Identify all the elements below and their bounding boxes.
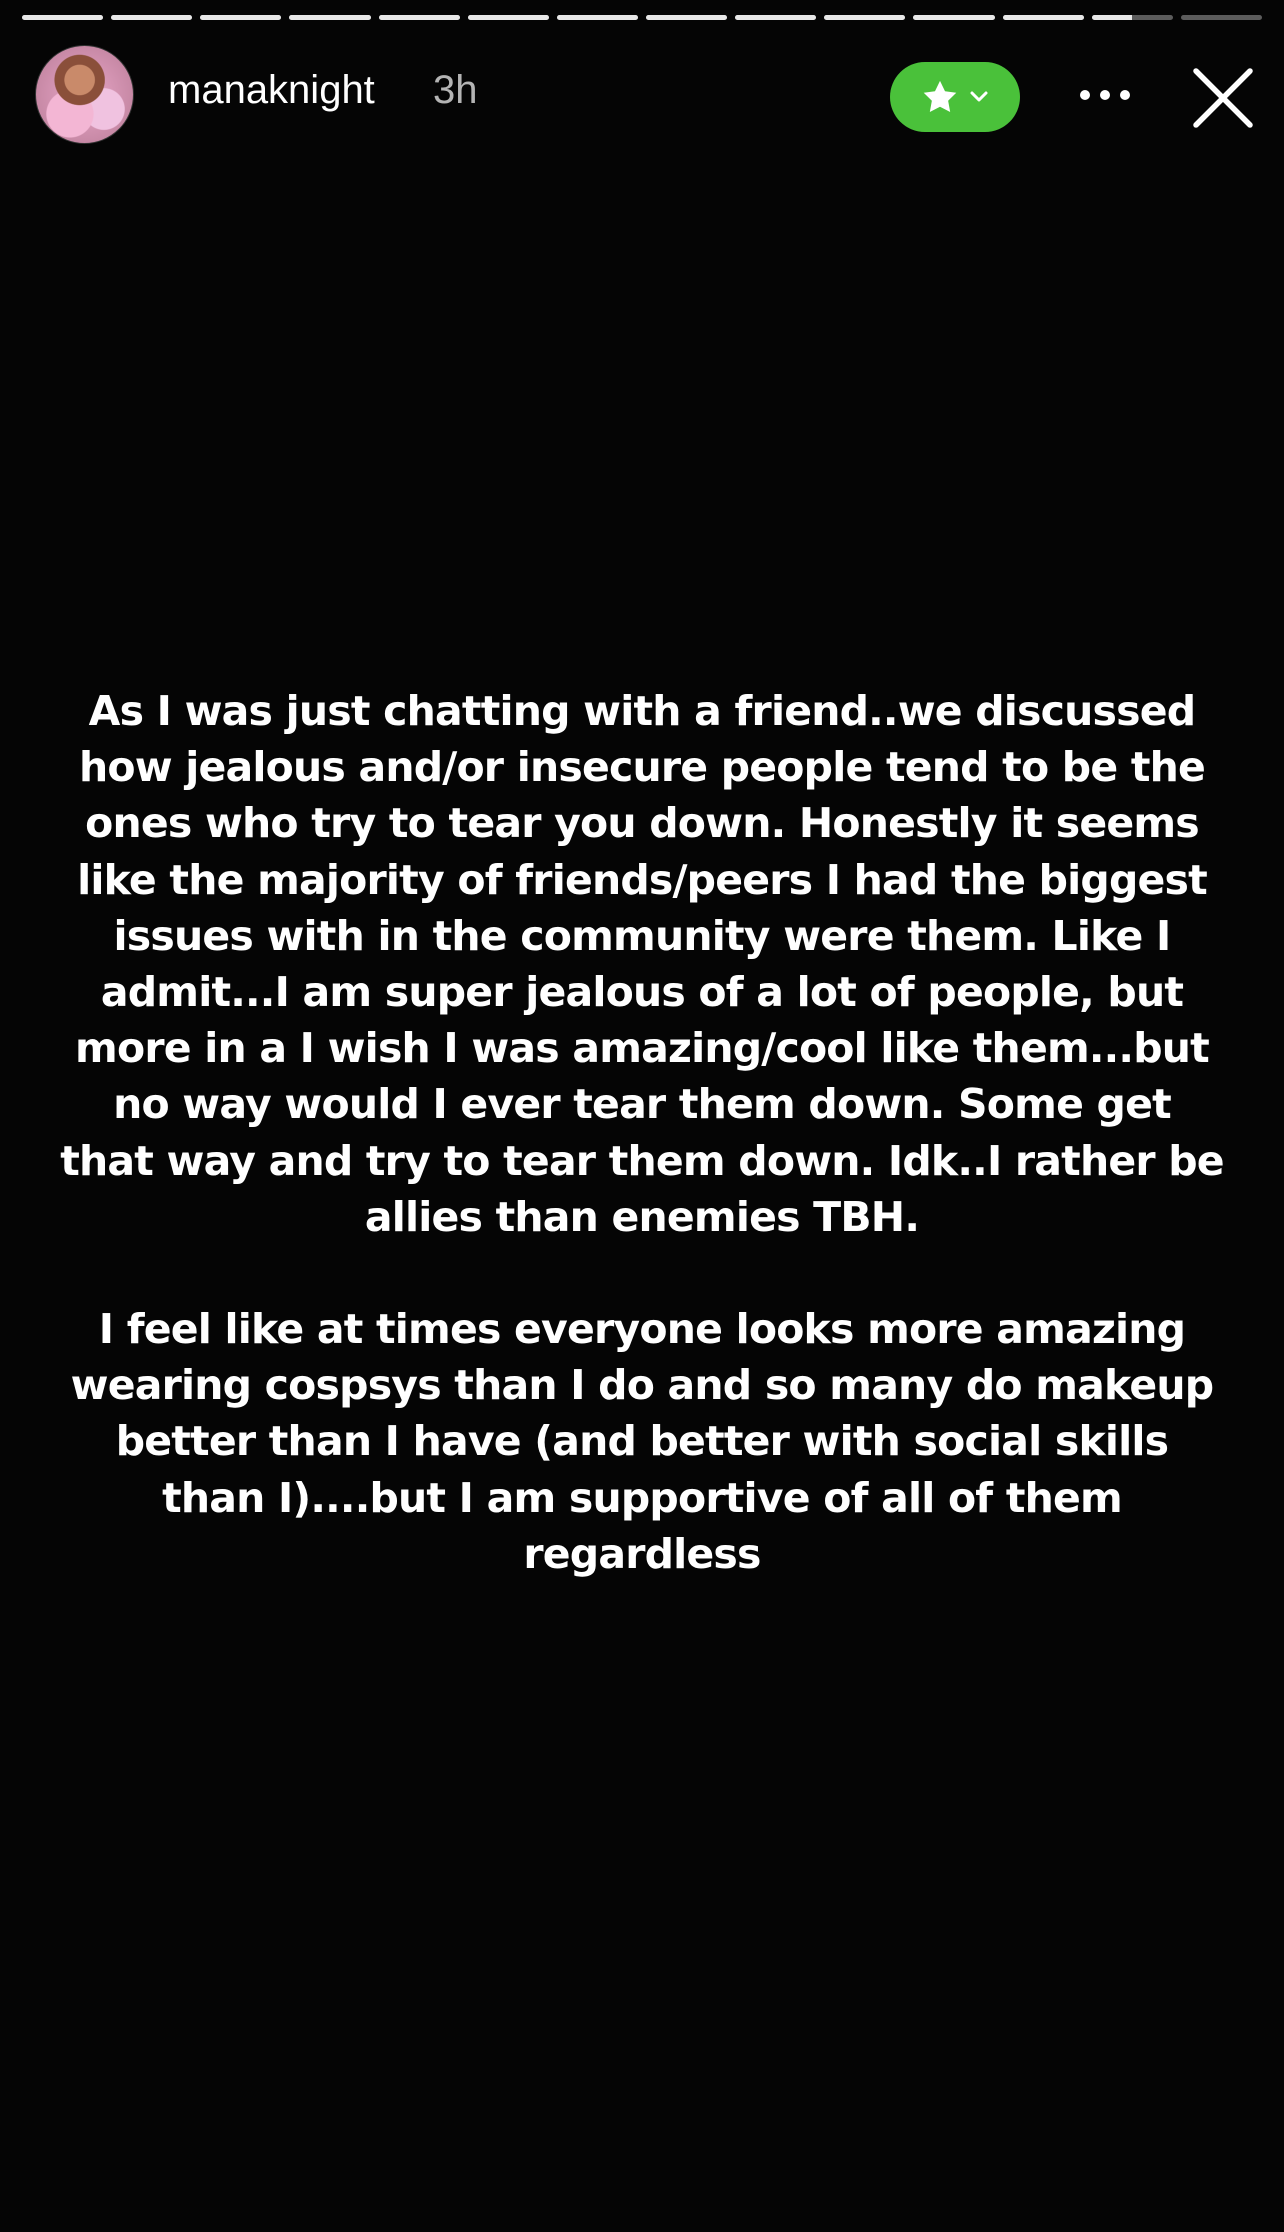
close-icon xyxy=(1190,68,1256,135)
progress-segment xyxy=(913,15,995,20)
progress-segment xyxy=(22,15,104,20)
progress-segment xyxy=(378,15,460,20)
username[interactable]: manaknight xyxy=(168,70,375,110)
progress-segment xyxy=(824,15,906,20)
progress-segment xyxy=(111,15,193,20)
progress-segment-fill xyxy=(289,15,371,20)
star-icon xyxy=(921,79,959,115)
story-text: As I was just chatting with a friend..we… xyxy=(60,683,1224,1582)
progress-segment xyxy=(556,15,638,20)
story-timestamp: 3h xyxy=(433,68,478,112)
progress-segment-fill xyxy=(913,15,995,20)
progress-segment-fill xyxy=(556,15,638,20)
story-text-paragraph: As I was just chatting with a friend..we… xyxy=(60,687,1224,1241)
more-horizontal-icon xyxy=(1079,86,1131,105)
progress-segment-fill xyxy=(645,15,728,20)
progress-segment-fill xyxy=(378,15,460,20)
story-progress-bar xyxy=(22,15,1262,21)
progress-segment xyxy=(1002,15,1084,20)
progress-segment-fill xyxy=(111,15,193,20)
progress-segment-fill xyxy=(22,15,104,20)
progress-segment-fill xyxy=(1091,15,1133,20)
story-text-paragraph: I feel like at times everyone looks more… xyxy=(70,1305,1215,1578)
progress-segment xyxy=(200,15,282,20)
progress-segment-fill xyxy=(1002,15,1084,20)
progress-segment-fill xyxy=(735,15,817,20)
progress-segment xyxy=(735,15,817,20)
progress-segment xyxy=(289,15,371,20)
progress-segment xyxy=(645,15,728,20)
close-friends-badge[interactable] xyxy=(890,62,1020,132)
chevron-down-icon xyxy=(969,90,989,104)
progress-segment-fill xyxy=(467,15,549,20)
more-options-button[interactable] xyxy=(1075,75,1135,115)
avatar[interactable] xyxy=(35,45,134,144)
progress-segment-fill xyxy=(200,15,282,20)
progress-segment-fill xyxy=(824,15,906,20)
progress-segment xyxy=(467,15,549,20)
close-button[interactable] xyxy=(1190,65,1256,131)
progress-segment xyxy=(1180,15,1262,20)
progress-segment xyxy=(1091,15,1173,20)
